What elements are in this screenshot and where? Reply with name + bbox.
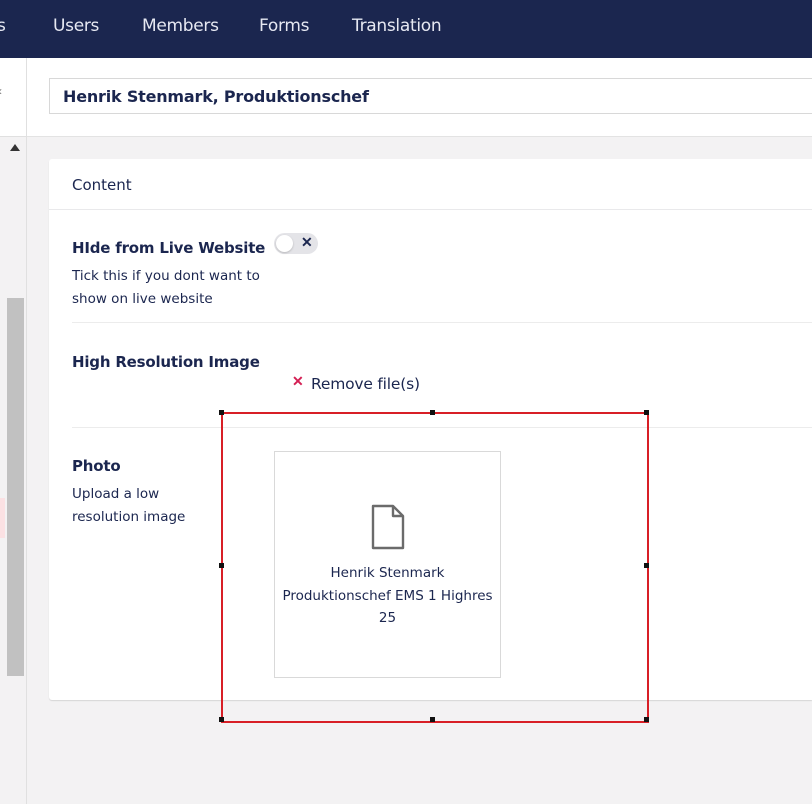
close-icon: ✕	[301, 234, 313, 250]
nav-item-partial[interactable]: s	[0, 16, 6, 36]
selection-handle-top-left[interactable]	[219, 410, 224, 415]
nav-item-users[interactable]: Users	[53, 16, 99, 36]
selection-handle-right[interactable]	[644, 563, 649, 568]
selection-handle-bottom-right[interactable]	[644, 717, 649, 722]
tree-header: ‹	[0, 58, 26, 137]
selection-handle-left[interactable]	[219, 563, 224, 568]
close-icon[interactable]: ✕	[292, 373, 304, 390]
selection-handle-bottom[interactable]	[430, 717, 435, 722]
chevron-up-icon[interactable]	[10, 144, 20, 151]
remove-files-button[interactable]: Remove file(s)	[311, 375, 420, 393]
editor-header	[27, 58, 812, 137]
nav-item-members[interactable]: Members	[142, 16, 219, 36]
selection-rectangle[interactable]	[221, 412, 649, 723]
content-tree: ‹	[0, 58, 27, 804]
selection-handle-top-right[interactable]	[644, 410, 649, 415]
tree-selected-marker	[0, 498, 5, 538]
property-separator	[72, 322, 812, 323]
chevron-left-icon[interactable]: ‹	[0, 84, 2, 98]
nav-item-forms[interactable]: Forms	[259, 16, 309, 36]
selection-handle-bottom-left[interactable]	[219, 717, 224, 722]
toggle-knob	[276, 235, 293, 252]
selection-handle-top[interactable]	[430, 410, 435, 415]
tree-scrollbar-thumb[interactable]	[7, 298, 24, 676]
hide-from-live-description: Tick this if you dont want to show on li…	[72, 268, 260, 307]
high-resolution-image-label: High Resolution Image	[72, 353, 260, 371]
hide-from-live-toggle[interactable]: ✕	[274, 233, 318, 254]
photo-description: Upload a low resolution image	[72, 486, 186, 525]
hide-from-live-label: HIde from Live Website	[72, 239, 266, 257]
nav-item-translation[interactable]: Translation	[352, 16, 442, 36]
panel-title: Content	[72, 176, 132, 194]
photo-label: Photo	[72, 457, 121, 475]
top-navigation: s Users Members Forms Translation	[0, 0, 812, 58]
node-name-input[interactable]	[49, 78, 812, 114]
panel-divider	[49, 209, 812, 210]
